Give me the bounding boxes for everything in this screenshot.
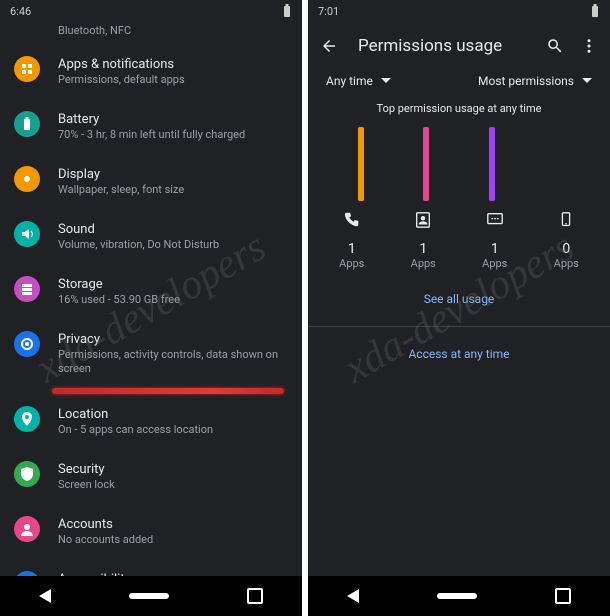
stat-count: 1 xyxy=(419,241,427,257)
more-icon[interactable] xyxy=(580,37,598,55)
app-bar: Permissions usage xyxy=(308,22,610,66)
battery-status-icon xyxy=(282,4,292,18)
contacts-icon xyxy=(414,211,432,229)
item-subtitle: No accounts added xyxy=(58,533,288,547)
nav-home-button[interactable] xyxy=(129,593,169,599)
settings-item-security[interactable]: SecurityScreen lock xyxy=(0,449,302,504)
divider xyxy=(308,326,610,327)
device-icon xyxy=(557,211,575,229)
settings-item-grid[interactable]: Apps & notificationsPermissions, default… xyxy=(0,44,302,99)
phone-icon xyxy=(343,211,361,229)
grid-icon xyxy=(14,56,40,82)
status-bar-left: 6:46 xyxy=(0,0,302,22)
sms-icon xyxy=(486,211,504,229)
access-any-time-link[interactable]: Access at any time xyxy=(308,331,610,377)
nav-bar xyxy=(308,576,610,616)
settings-item-accounts[interactable]: AccountsNo accounts added xyxy=(0,504,302,559)
settings-item-battery[interactable]: Battery70% - 3 hr, 8 min left until full… xyxy=(0,99,302,154)
brightness-icon xyxy=(14,166,40,192)
stat-count: 0 xyxy=(562,241,570,257)
item-title: Display xyxy=(58,166,288,183)
item-title: Storage xyxy=(58,276,288,293)
item-subtitle: Volume, vibration, Do Not Disturb xyxy=(58,238,288,252)
nav-recent-button[interactable] xyxy=(555,588,571,604)
settings-list[interactable]: Apps & notificationsPermissions, default… xyxy=(0,44,302,576)
stat-contacts[interactable]: 1Apps xyxy=(388,211,460,270)
item-title: Sound xyxy=(58,221,288,238)
settings-item-volume[interactable]: SoundVolume, vibration, Do Not Disturb xyxy=(0,209,302,264)
settings-item-accessibility[interactable]: AccessibilityScreen readers, display, in… xyxy=(0,559,302,576)
item-subtitle: Screen lock xyxy=(58,478,288,492)
stat-label: Apps xyxy=(482,257,507,270)
bar-call-logs xyxy=(358,127,364,201)
settings-item-location[interactable]: LocationOn - 5 apps can access location xyxy=(0,394,302,449)
privacy-icon xyxy=(14,331,40,357)
accounts-icon xyxy=(14,516,40,542)
nav-back-button[interactable] xyxy=(347,589,359,603)
item-title: Apps & notifications xyxy=(58,56,288,73)
search-icon[interactable] xyxy=(546,37,564,55)
stat-label: Apps xyxy=(554,257,579,270)
permissions-usage-screen: xda-developers 7:01 Permissions usage An… xyxy=(308,0,610,616)
item-title: Battery xyxy=(58,111,288,128)
item-title: Privacy xyxy=(58,331,288,348)
battery-status-icon xyxy=(590,4,600,18)
permission-bars xyxy=(308,121,610,201)
settings-screen: xda-developers 6:46 Bluetooth, NFC Apps … xyxy=(0,0,302,616)
volume-icon xyxy=(14,221,40,247)
stat-device[interactable]: 0Apps xyxy=(531,211,603,270)
clock: 7:01 xyxy=(318,5,339,18)
item-subtitle: Permissions, activity controls, data sho… xyxy=(58,348,288,376)
location-icon xyxy=(14,406,40,432)
header-subtitle: Bluetooth, NFC xyxy=(0,22,302,44)
item-subtitle: Permissions, default apps xyxy=(58,73,288,87)
bar-contacts xyxy=(423,127,429,201)
security-icon xyxy=(14,461,40,487)
status-bar-right: 7:01 xyxy=(308,0,610,22)
back-icon[interactable] xyxy=(320,37,338,55)
stat-count: 1 xyxy=(348,241,356,257)
nav-home-button[interactable] xyxy=(437,593,477,599)
settings-item-brightness[interactable]: DisplayWallpaper, sleep, font size xyxy=(0,154,302,209)
storage-icon xyxy=(14,276,40,302)
settings-item-storage[interactable]: Storage16% used - 53.90 GB free xyxy=(0,264,302,319)
page-title: Permissions usage xyxy=(358,36,546,56)
chevron-down-icon xyxy=(582,76,592,86)
stat-count: 1 xyxy=(491,241,499,257)
item-subtitle: On - 5 apps can access location xyxy=(58,423,288,437)
see-all-usage-link[interactable]: See all usage xyxy=(308,276,610,322)
item-title: Security xyxy=(58,461,288,478)
clock: 6:46 xyxy=(10,5,31,18)
stat-label: Apps xyxy=(339,257,364,270)
item-title: Accounts xyxy=(58,516,288,533)
item-subtitle: 70% - 3 hr, 8 min left until fully charg… xyxy=(58,128,288,142)
chevron-down-icon xyxy=(381,76,391,86)
stat-sms[interactable]: 1Apps xyxy=(459,211,531,270)
sort-filter-dropdown[interactable]: Most permissions xyxy=(478,74,592,88)
permission-stats: 1Apps1Apps1Apps0Apps xyxy=(308,201,610,276)
item-subtitle: Wallpaper, sleep, font size xyxy=(58,183,288,197)
bar-sms xyxy=(489,127,495,201)
item-subtitle: 16% used - 53.90 GB free xyxy=(58,293,288,307)
filter-bar: Any time Most permissions xyxy=(308,66,610,92)
chart-title: Top permission usage at any time xyxy=(308,102,610,115)
nav-recent-button[interactable] xyxy=(247,588,263,604)
time-filter-dropdown[interactable]: Any time xyxy=(326,74,391,88)
stat-label: Apps xyxy=(411,257,436,270)
nav-bar xyxy=(0,576,302,616)
settings-item-privacy[interactable]: PrivacyPermissions, activity controls, d… xyxy=(0,319,302,388)
battery-icon xyxy=(14,111,40,137)
nav-back-button[interactable] xyxy=(39,589,51,603)
stat-phone[interactable]: 1Apps xyxy=(316,211,388,270)
item-title: Location xyxy=(58,406,288,423)
